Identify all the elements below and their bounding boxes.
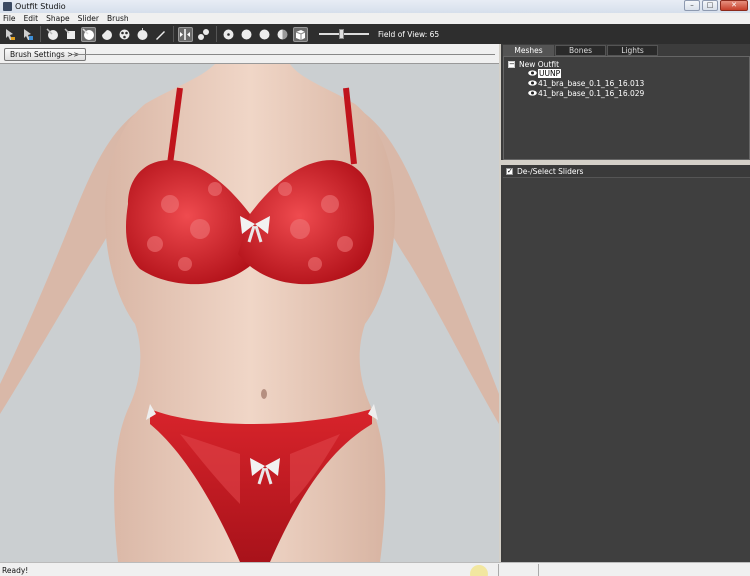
tab-bones[interactable]: Bones [555, 45, 606, 56]
transform-icon[interactable] [20, 27, 35, 42]
connect-icon[interactable] [196, 27, 211, 42]
field-of-view-label: Field of View: 65 [378, 29, 440, 39]
app-icon [3, 2, 12, 11]
select-sliders-checkbox[interactable]: ✓ [506, 167, 513, 175]
mesh-label: 41_bra_base_0.1_16_16.013 [538, 78, 645, 88]
menu-file[interactable]: File [3, 14, 16, 23]
slider-list [503, 178, 750, 562]
mesh-label: UUNP [538, 68, 562, 78]
3d-viewport[interactable] [0, 64, 499, 562]
window-title: Outfit Studio [15, 2, 66, 11]
menu-shape[interactable]: Shape [46, 14, 70, 23]
inflate-brush-icon[interactable] [45, 27, 60, 42]
eye-icon[interactable] [528, 90, 537, 96]
slider-track [319, 33, 369, 35]
menu-edit[interactable]: Edit [24, 14, 39, 23]
maximize-button[interactable]: □ [702, 0, 718, 11]
render-smooth-icon[interactable] [257, 27, 272, 42]
toolbar-separator [216, 26, 217, 42]
list-item[interactable]: 41_bra_base_0.1_16_16.013 [528, 78, 644, 88]
divider [538, 564, 539, 576]
mirror-icon[interactable] [178, 26, 193, 42]
model-render [0, 64, 499, 562]
render-box-icon[interactable] [293, 26, 308, 42]
deflate-brush-icon[interactable] [63, 27, 78, 42]
mesh-label: 41_bra_base_0.1_16_16.029 [538, 88, 645, 98]
divider [498, 564, 499, 576]
eye-icon[interactable] [528, 80, 537, 86]
slider-thumb[interactable] [339, 29, 344, 39]
list-item[interactable]: UUNP [528, 68, 562, 78]
smooth-brush-icon[interactable] [99, 27, 114, 42]
collapse-icon[interactable]: − [508, 60, 515, 68]
sliders-header-label: De-/Select Sliders [517, 166, 584, 176]
toolbar-separator [40, 26, 41, 42]
status-bar: Ready! [0, 562, 750, 576]
list-item[interactable]: 41_bra_base_0.1_16_16.029 [528, 88, 644, 98]
status-text: Ready! [2, 566, 29, 575]
mesh-tree: − New Outfit UUNP 41_bra_base_0.1_16_16.… [503, 56, 750, 160]
render-solid-icon[interactable] [239, 27, 254, 42]
panel-tabs: Meshes Bones Lights [501, 44, 750, 56]
toolbar-separator [173, 26, 174, 42]
tab-lights[interactable]: Lights [607, 45, 658, 56]
menu-bar: File Edit Shape Slider Brush [0, 13, 750, 24]
divider [72, 54, 495, 55]
minimize-button[interactable]: – [684, 0, 700, 11]
window-controls: – □ ✕ [684, 0, 748, 11]
light-indicator-icon [470, 565, 488, 576]
brush-bar: Brush Settings >> [0, 44, 499, 64]
toolbar: Field of View: 65 [0, 24, 750, 44]
move-brush-icon[interactable] [81, 26, 96, 42]
tab-meshes[interactable]: Meshes [503, 45, 554, 56]
menu-brush[interactable]: Brush [107, 14, 129, 23]
render-point-icon[interactable] [221, 27, 236, 42]
eye-icon[interactable] [528, 70, 537, 76]
title-bar: Outfit Studio – □ ✕ [0, 0, 750, 13]
weight-brush-icon[interactable] [153, 27, 168, 42]
sliders-header: ✓ De-/Select Sliders [503, 165, 750, 178]
close-button[interactable]: ✕ [720, 0, 748, 11]
select-icon[interactable] [2, 27, 17, 42]
field-of-view-slider[interactable] [319, 29, 369, 39]
right-panel: Meshes Bones Lights − New Outfit UUNP 41… [501, 44, 750, 562]
render-textured-icon[interactable] [275, 27, 290, 42]
unmask-brush-icon[interactable] [135, 27, 150, 42]
mask-brush-icon[interactable] [117, 27, 132, 42]
menu-slider[interactable]: Slider [78, 14, 99, 23]
